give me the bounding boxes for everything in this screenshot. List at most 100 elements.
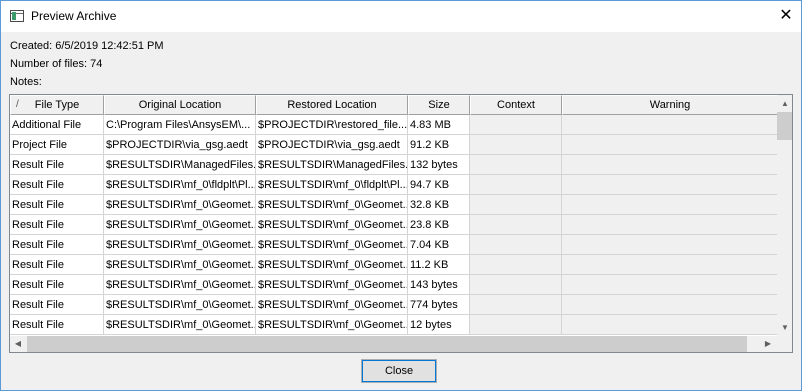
cell-context — [470, 195, 562, 215]
cell-context — [470, 275, 562, 295]
table-row[interactable]: Project File $PROJECTDIR\via_gsg.aedt $PRO… — [10, 135, 778, 155]
window-icon-bar — [12, 12, 16, 20]
column-header-size[interactable]: Size — [408, 95, 470, 115]
table-header: / File Type Original Location Restored L… — [10, 95, 778, 115]
table-row[interactable]: Result File $RESULTSDIR\mf_0\Geomet... $RE… — [10, 235, 778, 255]
cell-warning — [562, 195, 778, 215]
cell-original-location: $RESULTSDIR\mf_0\Geomet... — [104, 235, 256, 255]
cell-file-type: Result File — [10, 315, 104, 335]
cell-warning — [562, 275, 778, 295]
cell-size: 12 bytes — [408, 315, 470, 335]
cell-file-type: Result File — [10, 215, 104, 235]
cell-context — [470, 295, 562, 315]
column-header-original-location[interactable]: Original Location — [104, 95, 256, 115]
horizontal-scroll-thumb[interactable] — [27, 336, 747, 352]
cell-restored-location: $RESULTSDIR\mf_0\Geomet... — [256, 315, 408, 335]
scroll-down-icon[interactable]: ▼ — [777, 319, 792, 336]
cell-file-type: Result File — [10, 175, 104, 195]
table-row[interactable]: Result File $RESULTSDIR\mf_0\fldplt\Pl...… — [10, 175, 778, 195]
table-row[interactable]: Result File $RESULTSDIR\mf_0\Geomet... $RE… — [10, 255, 778, 275]
cell-restored-location: $PROJECTDIR\via_gsg.aedt — [256, 135, 408, 155]
cell-restored-location: $RESULTSDIR\mf_0\Geomet... — [256, 215, 408, 235]
cell-restored-location: $RESULTSDIR\ManagedFiles... — [256, 155, 408, 175]
close-button[interactable]: Close — [361, 359, 437, 383]
cell-warning — [562, 295, 778, 315]
cell-restored-location: $RESULTSDIR\mf_0\Geomet... — [256, 195, 408, 215]
cell-file-type: Result File — [10, 155, 104, 175]
cell-size: 774 bytes — [408, 295, 470, 315]
scroll-up-icon[interactable]: ▲ — [777, 95, 792, 112]
cell-original-location: $RESULTSDIR\mf_0\Geomet... — [104, 215, 256, 235]
cell-warning — [562, 115, 778, 135]
cell-file-type: Result File — [10, 255, 104, 275]
close-icon[interactable]: ✕ — [771, 4, 801, 28]
window-icon — [10, 10, 24, 22]
cell-context — [470, 315, 562, 335]
cell-context — [470, 155, 562, 175]
table-row[interactable]: Result File $RESULTSDIR\mf_0\Geomet... $RE… — [10, 315, 778, 335]
column-header-file-type[interactable]: / File Type — [10, 95, 104, 115]
cell-context — [470, 175, 562, 195]
cell-restored-location: $RESULTSDIR\mf_0\Geomet... — [256, 295, 408, 315]
column-header-context[interactable]: Context — [470, 95, 562, 115]
cell-context — [470, 115, 562, 135]
title-bar: Preview Archive ✕ — [1, 1, 801, 32]
cell-restored-location: $PROJECTDIR\restored_file... — [256, 115, 408, 135]
cell-restored-location: $RESULTSDIR\mf_0\Geomet... — [256, 275, 408, 295]
cell-file-type: Result File — [10, 275, 104, 295]
cell-file-type: Additional File — [10, 115, 104, 135]
horizontal-scrollbar[interactable]: ◀ ▶ — [10, 336, 777, 352]
scrollbar-corner — [777, 336, 792, 352]
cell-size: 143 bytes — [408, 275, 470, 295]
table-row[interactable]: Result File $RESULTSDIR\mf_0\Geomet... $RE… — [10, 195, 778, 215]
cell-warning — [562, 315, 778, 335]
cell-warning — [562, 135, 778, 155]
cell-context — [470, 255, 562, 275]
scroll-left-icon[interactable]: ◀ — [10, 336, 26, 352]
cell-size: 132 bytes — [408, 155, 470, 175]
cell-original-location: $RESULTSDIR\mf_0\fldplt\Pl... — [104, 175, 256, 195]
table-row[interactable]: Result File $RESULTSDIR\ManagedFiles... $R… — [10, 155, 778, 175]
cell-file-type: Project File — [10, 135, 104, 155]
cell-size: 7.04 KB — [408, 235, 470, 255]
column-header-restored-location[interactable]: Restored Location — [256, 95, 408, 115]
notes-label: Notes: — [10, 76, 42, 88]
table-row[interactable]: Result File $RESULTSDIR\mf_0\Geomet... $RE… — [10, 295, 778, 315]
cell-original-location: $RESULTSDIR\mf_0\Geomet... — [104, 275, 256, 295]
cell-context — [470, 135, 562, 155]
cell-size: 32.8 KB — [408, 195, 470, 215]
cell-warning — [562, 175, 778, 195]
vertical-scroll-thumb[interactable] — [777, 112, 792, 140]
cell-restored-location: $RESULTSDIR\mf_0\Geomet... — [256, 235, 408, 255]
cell-restored-location: $RESULTSDIR\mf_0\Geomet... — [256, 255, 408, 275]
cell-file-type: Result File — [10, 295, 104, 315]
cell-original-location: $RESULTSDIR\mf_0\Geomet... — [104, 295, 256, 315]
cell-original-location: $RESULTSDIR\mf_0\Geomet... — [104, 315, 256, 335]
file-count-label: Number of files: 74 — [10, 58, 103, 70]
preview-archive-window: Preview Archive ✕ Created: 6/5/2019 12:4… — [0, 0, 802, 391]
cell-original-location: $RESULTSDIR\mf_0\Geomet... — [104, 255, 256, 275]
vertical-scrollbar[interactable]: ▲ ▼ — [777, 95, 792, 336]
cell-restored-location: $RESULTSDIR\mf_0\fldplt\Pl... — [256, 175, 408, 195]
window-title: Preview Archive — [31, 9, 117, 23]
table-row[interactable]: Result File $RESULTSDIR\mf_0\Geomet... $RE… — [10, 215, 778, 235]
column-header-warning[interactable]: Warning — [562, 95, 778, 115]
cell-original-location: C:\Program Files\AnsysEM\... — [104, 115, 256, 135]
cell-size: 91.2 KB — [408, 135, 470, 155]
table-row[interactable]: Result File $RESULTSDIR\mf_0\Geomet... $RE… — [10, 275, 778, 295]
cell-file-type: Result File — [10, 195, 104, 215]
cell-warning — [562, 255, 778, 275]
cell-size: 94.7 KB — [408, 175, 470, 195]
table-row[interactable]: Additional File C:\Program Files\AnsysEM\… — [10, 115, 778, 135]
cell-size: 4.83 MB — [408, 115, 470, 135]
scroll-right-icon[interactable]: ▶ — [760, 336, 776, 352]
cell-context — [470, 235, 562, 255]
cell-size: 23.8 KB — [408, 215, 470, 235]
file-table[interactable]: / File Type Original Location Restored L… — [9, 94, 793, 353]
cell-warning — [562, 155, 778, 175]
cell-context — [470, 215, 562, 235]
cell-original-location: $RESULTSDIR\ManagedFiles... — [104, 155, 256, 175]
sort-indicator-icon: / — [16, 99, 19, 110]
created-label: Created: 6/5/2019 12:42:51 PM — [10, 40, 164, 52]
cell-file-type: Result File — [10, 235, 104, 255]
